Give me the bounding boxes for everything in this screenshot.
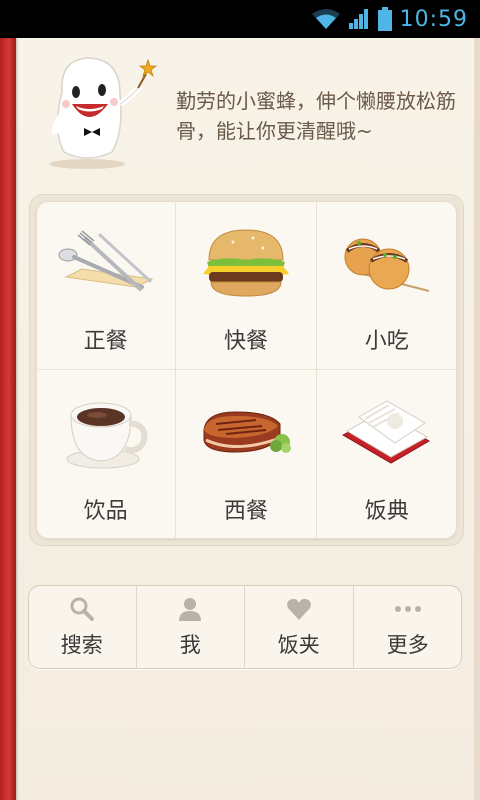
category-fandian[interactable]: 饭典	[317, 370, 457, 539]
nav-label: 我	[179, 633, 201, 657]
user-icon	[179, 598, 202, 621]
battery-icon	[377, 7, 392, 31]
nav-label: 搜索	[60, 633, 103, 657]
nav-me[interactable]: 我	[137, 585, 245, 669]
wifi-icon	[311, 9, 340, 29]
hamburger-icon	[202, 229, 289, 297]
category-label: 快餐	[223, 329, 268, 354]
status-time: 10:59	[399, 6, 468, 32]
signal-icon	[348, 9, 368, 29]
bottom-nav: 搜索 我 饭夹 更多	[28, 585, 462, 669]
nav-label: 更多	[386, 633, 429, 657]
nav-search[interactable]: 搜索	[28, 585, 137, 669]
category-zhengcan[interactable]: 正餐	[36, 201, 177, 370]
category-label: 正餐	[83, 329, 128, 354]
category-xiaochi[interactable]: 小吃	[316, 201, 457, 370]
category-xican[interactable]: 西餐	[176, 370, 317, 539]
cutlery-icon	[58, 230, 154, 291]
status-icons: 10:59	[311, 0, 468, 38]
header-slogan: 勤劳的小蜜蜂，伸个懒腰放松筋骨，能让你更清醒哦~	[176, 89, 456, 143]
category-grid: 正餐 快餐 小吃 饮品 西餐 饭典	[36, 201, 457, 539]
mascot-icon	[49, 57, 158, 169]
category-label: 西餐	[223, 499, 268, 524]
takoyaki-icon	[344, 238, 430, 292]
category-label: 饮品	[83, 499, 128, 524]
nav-label: 饭夹	[277, 633, 320, 657]
recipe-book-icon	[341, 400, 430, 464]
search-icon	[70, 597, 94, 621]
nav-more[interactable]: 更多	[354, 585, 463, 669]
status-bar: 10:59	[0, 0, 480, 38]
more-dots-icon	[394, 606, 421, 612]
heart-icon	[286, 598, 311, 620]
nav-favorites[interactable]: 饭夹	[245, 585, 354, 669]
category-yinpin[interactable]: 饮品	[36, 370, 177, 539]
book-binding	[0, 38, 16, 800]
category-label: 饭典	[364, 499, 409, 524]
coffee-cup-icon	[66, 402, 148, 469]
steak-icon	[203, 411, 291, 453]
category-label: 小吃	[364, 329, 409, 354]
page-edge	[474, 38, 480, 800]
category-kuaican[interactable]: 快餐	[176, 201, 317, 370]
